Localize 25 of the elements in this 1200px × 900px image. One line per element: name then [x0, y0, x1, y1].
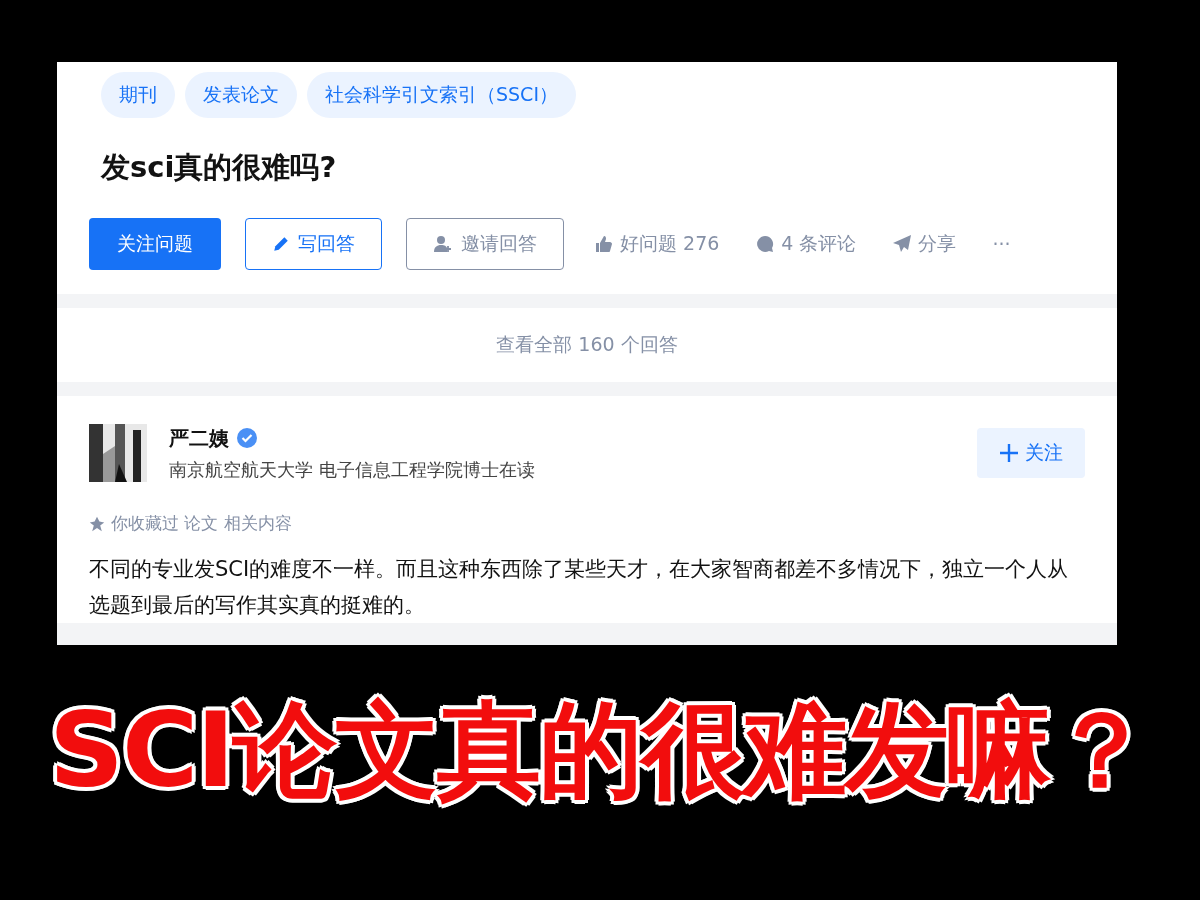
collected-note: 你收藏过 论文 相关内容 [111, 512, 292, 535]
topic-tag[interactable]: 期刊 [101, 72, 175, 118]
action-button[interactable]: 分享 [886, 231, 963, 257]
topic-tag[interactable]: 社会科学引文索引（SSCI） [307, 72, 576, 118]
question-title: 发sci真的很难吗? [101, 149, 338, 186]
star-icon [89, 515, 105, 532]
plus-icon [999, 443, 1019, 463]
share-icon [892, 234, 913, 254]
follow-button[interactable]: 关注 [977, 428, 1085, 478]
view-all-link[interactable]: 查看全部 160 个回答 [496, 332, 678, 358]
caption-title: SCI论文真的很难发嘛？ [49, 693, 1151, 808]
author-name[interactable]: 严二姨 [169, 424, 229, 452]
action-button[interactable]: 4 条评论 [749, 231, 863, 257]
topic-tag[interactable]: 发表论文 [185, 72, 297, 118]
pencil-icon [272, 235, 290, 253]
author-bio: 南京航空航天大学 电子信息工程学院博士在读 [169, 457, 536, 482]
follow-question-button[interactable]: 关注问题 [89, 218, 221, 270]
thumbs-up-icon [594, 234, 614, 254]
invite-button[interactable]: 邀请回答 [406, 218, 564, 270]
action-button[interactable]: 好问题 276 [588, 231, 726, 257]
comment-icon [755, 234, 776, 254]
write-answer-button[interactable]: 写回答 [245, 218, 382, 270]
person-plus-icon [433, 234, 453, 254]
more-button[interactable]: ··· [986, 233, 1017, 255]
answer-text: 不同的专业发SCI的难度不一样。而且这种东西除了某些天才，在大家智商都差不多情况下，独立一个人从选题到最后的写作其实真的挺难的。 [89, 556, 1070, 619]
